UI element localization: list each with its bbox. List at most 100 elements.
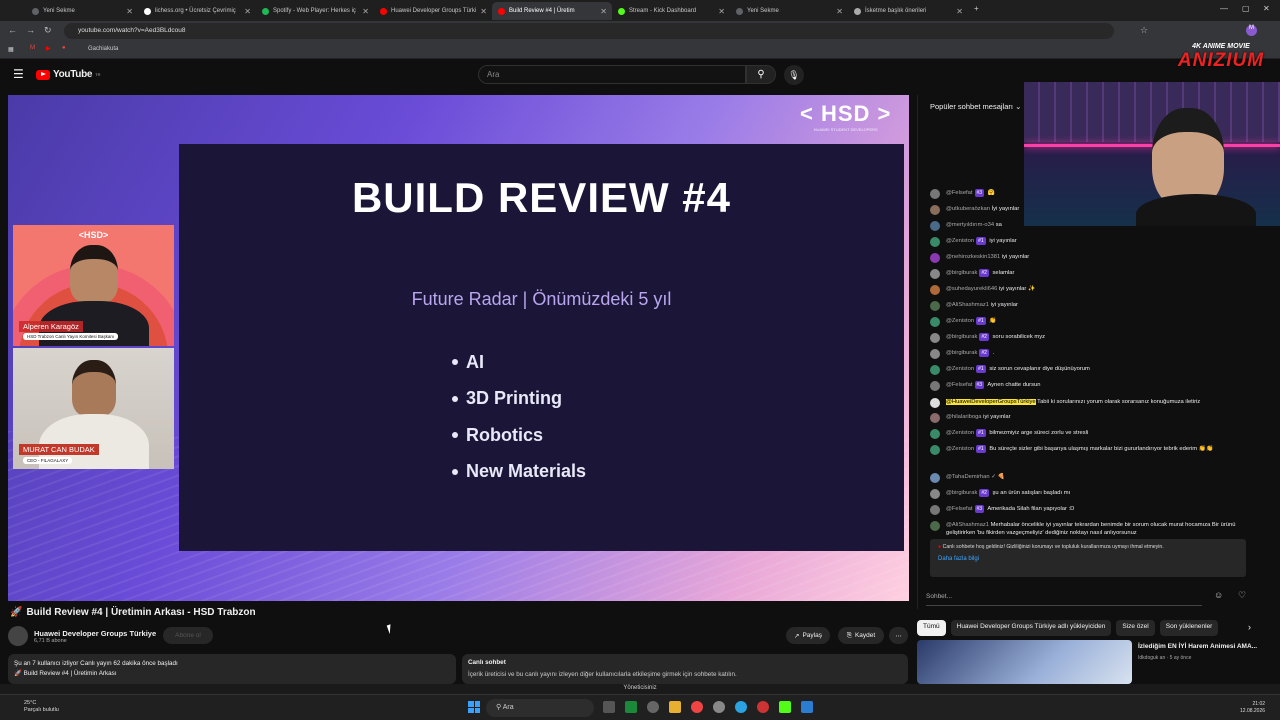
back-icon[interactable]: ← — [8, 25, 17, 35]
user-avatar[interactable] — [930, 269, 940, 279]
youtube-bookmark-icon[interactable]: ▶ — [46, 45, 51, 52]
chat-username[interactable]: @nehirozkeskin1381 — [946, 254, 1000, 260]
browser-tab-active[interactable]: Build Review #4 | Üretim ✕ — [492, 2, 612, 20]
live-chat-panel[interactable]: Canlı sohbet İçerik üreticisi ve bu canl… — [462, 654, 908, 684]
chip-for-you[interactable]: Size özel — [1116, 620, 1155, 636]
chat-username[interactable]: @AliShashmaz1 — [946, 522, 989, 528]
channel-avatar[interactable] — [8, 626, 28, 646]
app-icon[interactable] — [757, 701, 769, 713]
close-icon[interactable]: ✕ — [836, 7, 843, 16]
user-avatar[interactable] — [930, 381, 940, 391]
browser-tab[interactable]: İsketme başlık önerileri ✕ — [848, 2, 968, 20]
user-avatar[interactable] — [930, 489, 940, 499]
apps-icon[interactable]: ▦ — [8, 46, 14, 53]
learn-more-link[interactable]: Daha fazla bilgi — [938, 556, 1238, 562]
chat-username[interactable]: @TahaDemirhan ✓ — [946, 474, 996, 480]
chat-username[interactable]: @HuaweiDeveloperGroupsTürkiye — [946, 399, 1036, 405]
share-button[interactable]: ↗ Paylaş — [786, 627, 830, 644]
close-icon[interactable]: ✕ — [718, 7, 725, 16]
chat-username[interactable]: @AliShashmaz1 — [946, 302, 989, 308]
chat-username[interactable]: @Felsefat — [946, 190, 973, 196]
heart-icon[interactable]: ♡ — [1238, 590, 1246, 601]
more-actions-button[interactable]: ⋯ — [889, 627, 908, 644]
close-icon[interactable]: ✕ — [126, 7, 133, 16]
user-avatar[interactable] — [930, 301, 940, 311]
video-description[interactable]: Şu an 7 kullanıcı izliyor Canlı yayın 62… — [8, 654, 456, 684]
chat-username[interactable]: @mertyıldırım-o34 — [946, 222, 994, 228]
youtube-logo[interactable]: YouTube TR — [36, 69, 101, 80]
channel-info[interactable]: Huawei Developer Groups Türkiye 6,71 B ab… — [8, 626, 156, 646]
forward-icon[interactable]: → — [26, 25, 35, 35]
menu-icon[interactable]: ☰ — [13, 67, 24, 81]
user-avatar[interactable] — [930, 333, 940, 343]
user-avatar[interactable] — [930, 317, 940, 327]
chip-recent[interactable]: Son yüklenenler — [1159, 620, 1219, 636]
browser-tab[interactable]: lichess.org • Ücretsiz Çevrimiç ✕ — [138, 2, 256, 20]
maximize-icon[interactable]: ▢ — [1242, 4, 1250, 13]
profile-avatar[interactable]: M — [1246, 25, 1257, 36]
search-input[interactable]: Ara — [478, 65, 746, 84]
browser-tab[interactable]: Stream - Kick Dashboard ✕ — [612, 2, 730, 20]
chat-username[interactable]: @birgiburak — [946, 270, 977, 276]
chat-username[interactable]: @birgiburak — [946, 350, 977, 356]
chrome-icon[interactable] — [691, 701, 703, 713]
minimize-icon[interactable]: — — [1220, 4, 1228, 13]
chat-username[interactable]: @Zeniston — [946, 446, 974, 452]
emoji-icon[interactable]: ☺ — [1214, 590, 1223, 600]
gmail-icon[interactable]: M — [30, 45, 35, 51]
bookmark-link[interactable]: Gachiakuta — [88, 46, 118, 52]
chat-header[interactable]: Popüler sohbet mesajları ⌄ — [930, 102, 1021, 111]
chat-username[interactable]: @suhedayurekli646 — [946, 286, 997, 292]
chat-username[interactable]: @Zeniston — [946, 318, 974, 324]
weather-widget[interactable]: 25°C Parçalı bulutlu — [24, 700, 59, 714]
channel-name[interactable]: Huawei Developer Groups Türkiye — [34, 629, 156, 638]
task-view-icon[interactable] — [603, 701, 615, 713]
user-avatar[interactable] — [930, 505, 940, 515]
user-avatar[interactable] — [930, 285, 940, 295]
bookmark-star-icon[interactable]: ☆ — [1140, 25, 1148, 36]
chip-all[interactable]: Tümü — [917, 620, 946, 636]
reload-icon[interactable]: ↻ — [44, 25, 52, 36]
user-avatar[interactable] — [930, 398, 940, 408]
user-avatar[interactable] — [930, 521, 940, 531]
user-avatar[interactable] — [930, 445, 940, 455]
user-avatar[interactable] — [930, 429, 940, 439]
chat-input[interactable]: Sohbet... — [926, 588, 1202, 606]
user-avatar[interactable] — [930, 237, 940, 247]
close-window-icon[interactable]: ✕ — [1263, 4, 1270, 13]
user-avatar[interactable] — [930, 205, 940, 215]
browser-tab[interactable]: Yeni Sekme ✕ — [730, 2, 848, 20]
taskbar-search-input[interactable]: ⚲ Ara — [486, 699, 594, 717]
file-explorer-icon[interactable] — [669, 701, 681, 713]
windows-start-icon[interactable] — [468, 701, 480, 713]
chat-username[interactable]: @birgiburak — [946, 490, 977, 496]
browser-tab[interactable]: Yeni Sekme ✕ — [26, 2, 138, 20]
chat-username[interactable]: @Felsefat — [946, 506, 973, 512]
user-avatar[interactable] — [930, 253, 940, 263]
search-icon[interactable]: ⚲ — [746, 65, 776, 84]
user-avatar[interactable] — [930, 413, 940, 423]
close-icon[interactable]: ✕ — [956, 7, 963, 16]
close-icon[interactable]: ✕ — [362, 7, 369, 16]
user-avatar[interactable] — [930, 349, 940, 359]
chat-username[interactable]: @Zeniston — [946, 366, 974, 372]
chat-username[interactable]: @utkuberaözkan — [946, 206, 990, 212]
settings-icon[interactable] — [647, 701, 659, 713]
browser-tab[interactable]: Spotify - Web Player: Herkes iç ✕ — [256, 2, 374, 20]
url-field[interactable]: youtube.com/watch?v=Aed3BLdcou8 — [64, 23, 1114, 39]
chip-uploader[interactable]: Huawei Developer Groups Türkiye adlı yük… — [950, 620, 1112, 636]
steam-icon[interactable] — [713, 701, 725, 713]
close-icon[interactable]: ✕ — [480, 7, 487, 16]
close-icon[interactable]: ✕ — [244, 7, 251, 16]
chat-username[interactable]: @Zeniston — [946, 238, 974, 244]
bookmark-icon[interactable]: ● — [62, 45, 66, 51]
xbox-icon[interactable] — [625, 701, 637, 713]
mic-icon[interactable]: 🎙 — [784, 65, 804, 85]
telegram-icon[interactable] — [735, 701, 747, 713]
chat-username[interactable]: @Felsefat — [946, 382, 973, 388]
chat-username[interactable]: @hilalariboga — [946, 414, 982, 420]
user-avatar[interactable] — [930, 473, 940, 483]
user-avatar[interactable] — [930, 189, 940, 199]
recommended-video-thumbnail[interactable] — [917, 640, 1132, 684]
user-avatar[interactable] — [930, 365, 940, 375]
